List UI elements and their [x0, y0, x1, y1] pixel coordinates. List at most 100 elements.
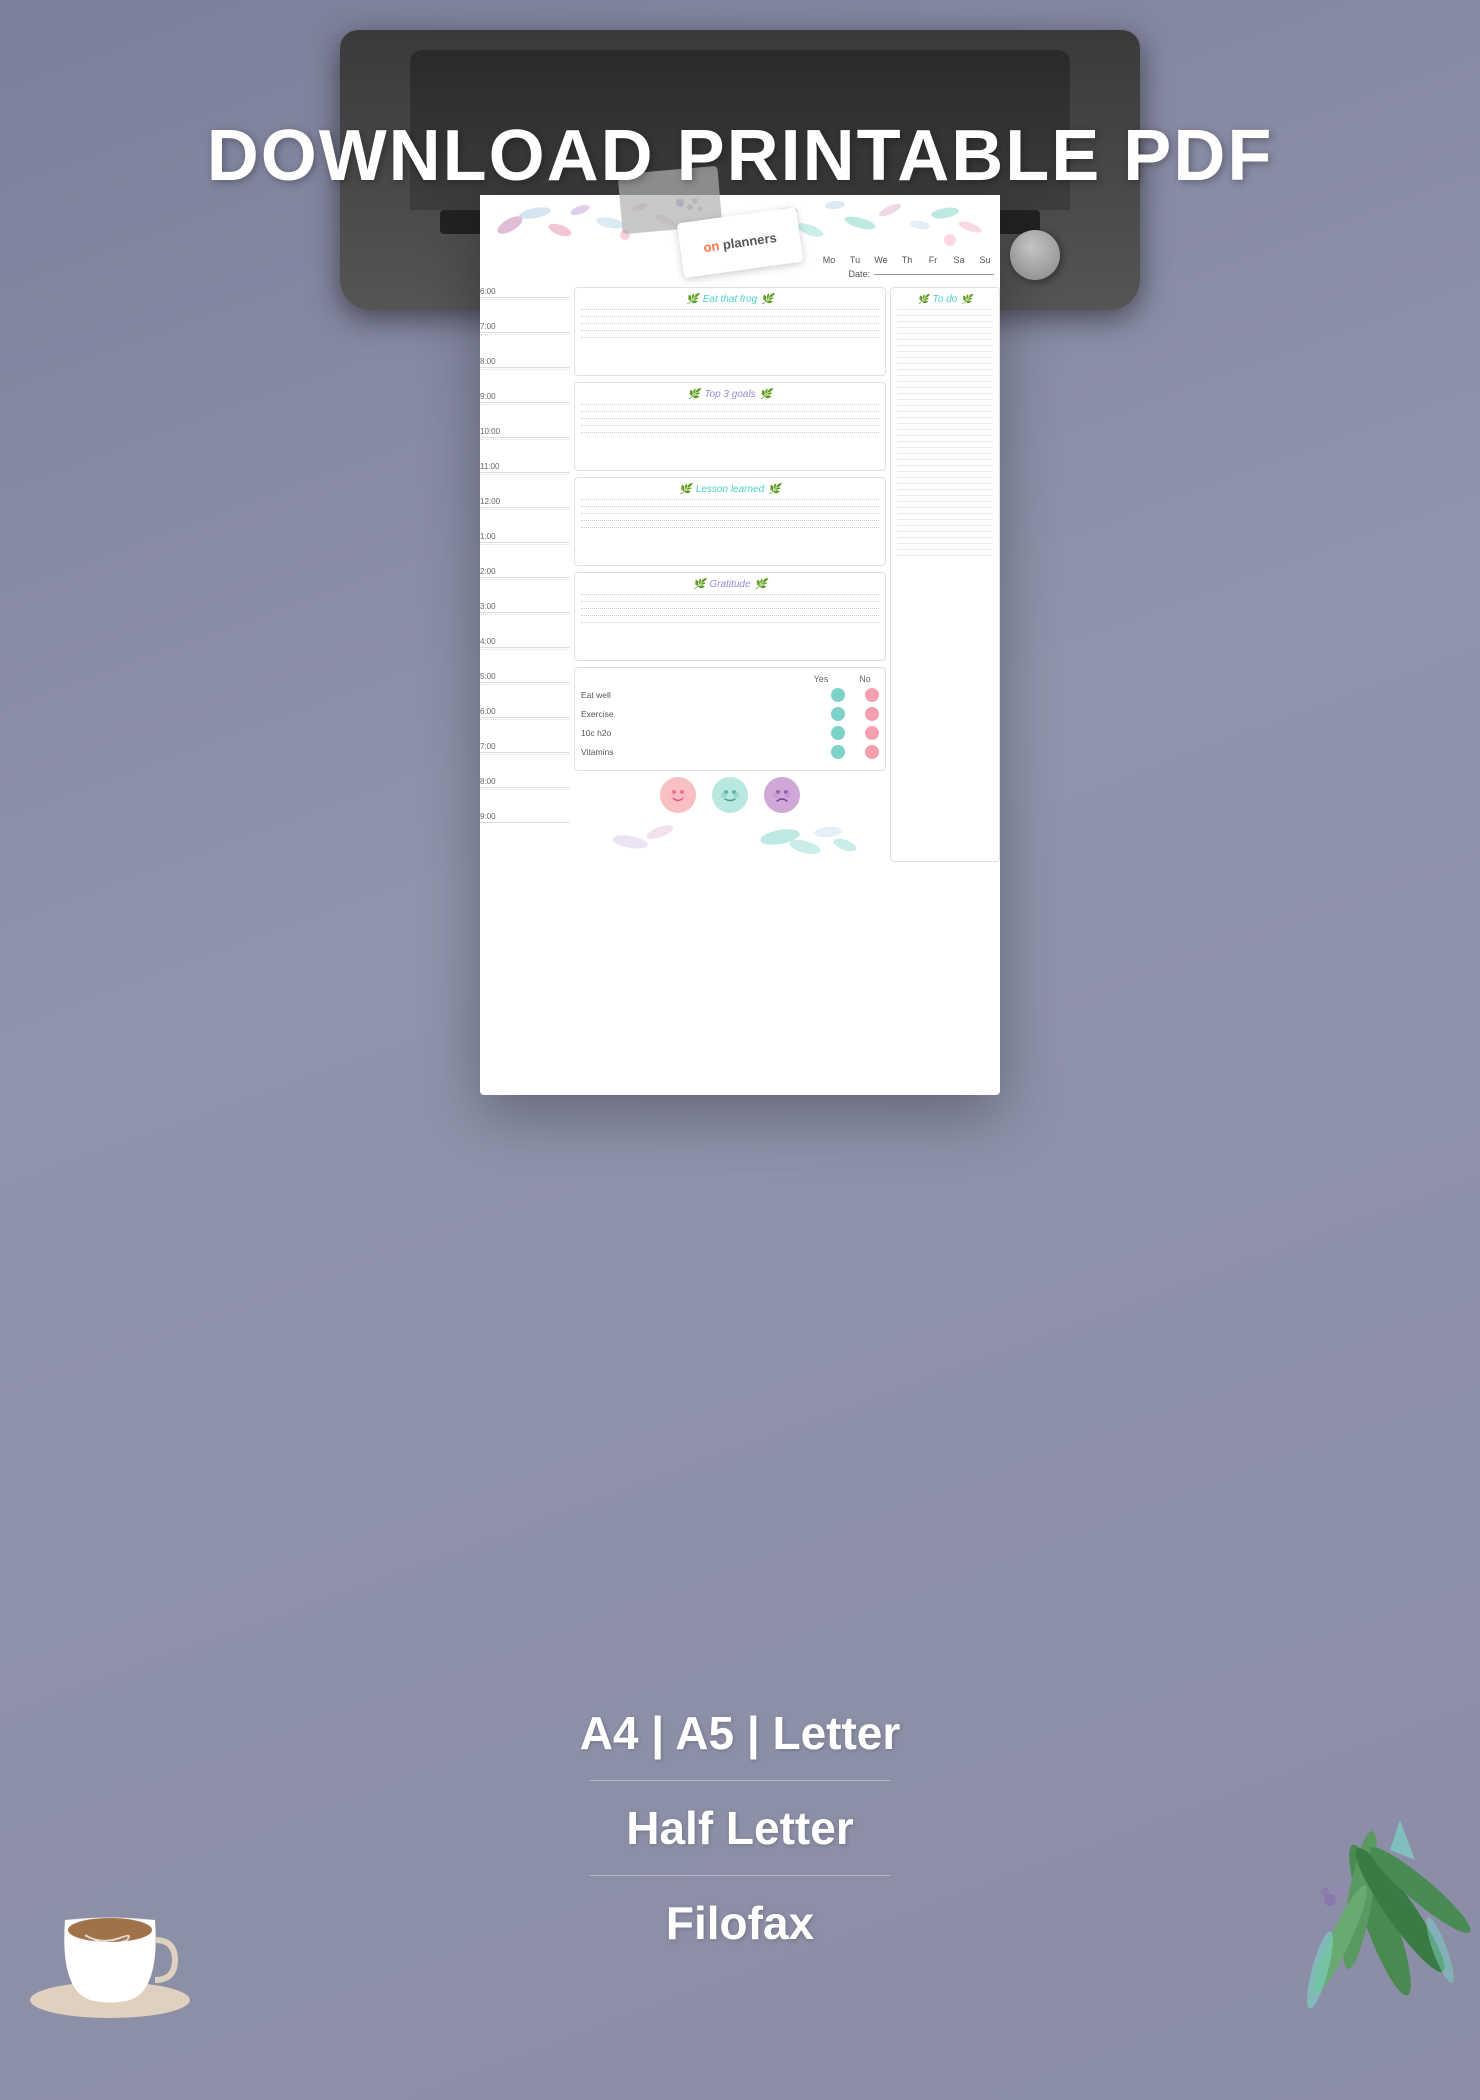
top3-section: 🌿 Top 3 goals 🌿 — [574, 382, 886, 471]
habit-row-vitamins: Vitamins — [581, 745, 879, 759]
time-line — [480, 577, 570, 578]
day-sa: Sa — [950, 255, 968, 265]
time-line — [480, 542, 570, 543]
todo-title: 🌿 To do 🌿 — [897, 294, 993, 305]
time-gap — [480, 724, 570, 742]
time-slot-4pm: 4:00 — [480, 637, 570, 672]
time-label-9am: 9:00 — [480, 392, 570, 401]
time-label-9pm: 9:00 — [480, 812, 570, 821]
habit-exercise-yes — [831, 707, 845, 721]
time-dotted — [480, 684, 570, 685]
time-slot-9: 9:00 — [480, 392, 570, 427]
format-a4-a5-letter: A4 | A5 | Letter — [580, 1706, 901, 1760]
time-slot-2pm: 2:00 — [480, 567, 570, 602]
schedule-column: 6:00 7:00 8:00 9: — [480, 287, 570, 862]
time-gap — [480, 654, 570, 672]
habit-water-no — [865, 726, 879, 740]
lesson-label: Lesson learned — [696, 484, 764, 495]
time-dotted — [480, 579, 570, 580]
time-label-8pm: 8:00 — [480, 777, 570, 786]
logo: on planners — [702, 230, 777, 255]
habit-exercise-circles — [821, 707, 879, 721]
time-label-6am: 6:00 — [480, 287, 570, 296]
time-label-7pm: 7:00 — [480, 742, 570, 751]
habit-row-eat: Eat well — [581, 688, 879, 702]
eat-frog-title: 🌿 Eat that frog 🌿 — [581, 294, 879, 305]
date-row: Date: — [480, 269, 1000, 279]
todo-leaf-left: 🌿 — [917, 294, 928, 305]
top3-leaf-left: 🌿 — [688, 389, 700, 400]
time-gap — [480, 304, 570, 322]
habit-exercise-no — [865, 707, 879, 721]
time-label-10am: 10:00 — [480, 427, 570, 436]
eat-frog-content — [581, 309, 879, 369]
time-label-7am: 7:00 — [480, 322, 570, 331]
todo-label: To do — [933, 294, 958, 305]
time-dotted — [480, 334, 570, 335]
date-label: Date: — [848, 269, 870, 279]
floral-decoration-bottom — [574, 817, 886, 857]
logo-brand: on — [702, 238, 720, 255]
time-slot-5pm: 5:00 — [480, 672, 570, 707]
eat-frog-leaf-left: 🌿 — [686, 294, 698, 305]
time-line — [480, 647, 570, 648]
day-tu: Tu — [846, 255, 864, 265]
habit-eat-circles — [821, 688, 879, 702]
time-line — [480, 752, 570, 753]
day-th: Th — [898, 255, 916, 265]
time-slot-9pm: 9:00 — [480, 812, 570, 824]
format-half-letter: Half Letter — [626, 1801, 853, 1855]
time-dotted — [480, 369, 570, 370]
time-dotted — [480, 719, 570, 720]
habit-water-label: 10c h2o — [581, 728, 821, 738]
habit-eat-yes — [831, 688, 845, 702]
no-label: No — [855, 674, 875, 684]
time-slot-7pm: 7:00 — [480, 742, 570, 777]
habit-vitamins-label: Vitamins — [581, 747, 821, 757]
day-fr: Fr — [924, 255, 942, 265]
time-line — [480, 437, 570, 438]
gratitude-leaf-right: 🌿 — [755, 579, 767, 590]
time-gap — [480, 619, 570, 637]
time-label-8am: 8:00 — [480, 357, 570, 366]
day-we: We — [872, 255, 890, 265]
time-gap — [480, 339, 570, 357]
time-line — [480, 717, 570, 718]
time-dotted — [480, 474, 570, 475]
time-gap — [480, 549, 570, 567]
lesson-section: 🌿 Lesson learned 🌿 — [574, 477, 886, 566]
time-label-12pm: 12:00 — [480, 497, 570, 506]
lesson-title: 🌿 Lesson learned 🌿 — [581, 484, 879, 495]
time-line — [480, 297, 570, 298]
top3-label: Top 3 goals — [704, 389, 755, 400]
mood-neutral — [712, 777, 748, 813]
time-label-4pm: 4:00 — [480, 637, 570, 646]
habit-row-exercise: Exercise — [581, 707, 879, 721]
habit-header: Yes No — [581, 674, 879, 684]
time-dotted — [480, 439, 570, 440]
time-line — [480, 682, 570, 683]
time-slot-1pm: 1:00 — [480, 532, 570, 567]
time-label-3pm: 3:00 — [480, 602, 570, 611]
time-line — [480, 822, 570, 823]
time-line — [480, 402, 570, 403]
format-filofax: Filofax — [666, 1896, 814, 1950]
gratitude-section: 🌿 Gratitude 🌿 — [574, 572, 886, 661]
mood-sad — [764, 777, 800, 813]
time-slot-11: 11:00 — [480, 462, 570, 497]
time-dotted — [480, 649, 570, 650]
habit-water-yes — [831, 726, 845, 740]
gratitude-title: 🌿 Gratitude 🌿 — [581, 579, 879, 590]
time-dotted — [480, 544, 570, 545]
time-label-11am: 11:00 — [480, 462, 570, 471]
time-label-2pm: 2:00 — [480, 567, 570, 576]
time-gap — [480, 514, 570, 532]
habit-row-water: 10c h2o — [581, 726, 879, 740]
time-dotted — [480, 614, 570, 615]
time-slot-3pm: 3:00 — [480, 602, 570, 637]
time-gap — [480, 409, 570, 427]
time-slot-6pm: 6:00 — [480, 707, 570, 742]
time-line — [480, 472, 570, 473]
time-slot-12: 12:00 — [480, 497, 570, 532]
mood-row — [574, 777, 886, 813]
